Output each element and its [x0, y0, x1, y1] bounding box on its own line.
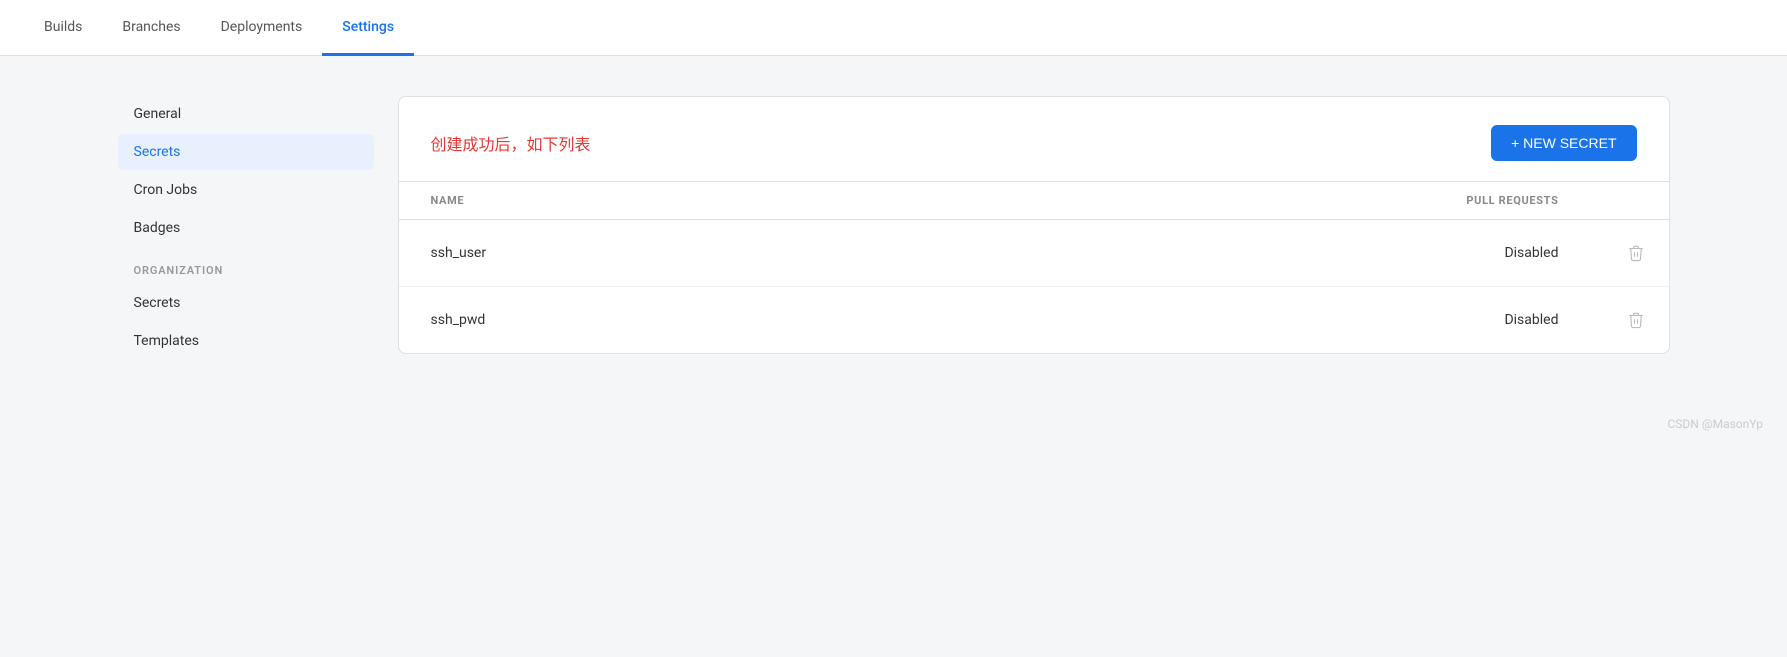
sidebar: General Secrets Cron Jobs Badges ORGANIZ…: [118, 96, 398, 361]
card-header: 创建成功后，如下列表 + NEW SECRET: [399, 97, 1669, 181]
secrets-card: 创建成功后，如下列表 + NEW SECRET NAME PULL REQUES…: [398, 96, 1670, 354]
sidebar-item-general[interactable]: General: [118, 96, 374, 132]
trash-icon: [1627, 244, 1645, 262]
delete-cell-ssh-pwd: [1591, 287, 1669, 354]
tab-builds[interactable]: Builds: [24, 0, 102, 56]
tab-settings[interactable]: Settings: [322, 0, 414, 56]
tab-branches[interactable]: Branches: [102, 0, 200, 56]
pull-requests-ssh-pwd: Disabled: [916, 287, 1591, 354]
secret-name-ssh-user: ssh_user: [399, 220, 916, 287]
sidebar-item-org-secrets[interactable]: Secrets: [118, 285, 374, 321]
table-row: ssh_pwd Disabled: [399, 287, 1669, 354]
delete-button-ssh-user[interactable]: [1623, 240, 1649, 266]
top-navigation: Builds Branches Deployments Settings: [0, 0, 1787, 56]
sidebar-item-secrets[interactable]: Secrets: [118, 134, 374, 170]
table-row: ssh_user Disabled: [399, 220, 1669, 287]
card-title: 创建成功后，如下列表: [431, 131, 591, 155]
footer-text: CSDN @MasonYp: [1667, 417, 1763, 431]
table-header-row: NAME PULL REQUESTS: [399, 182, 1669, 220]
page-footer: CSDN @MasonYp: [0, 401, 1787, 447]
delete-button-ssh-pwd[interactable]: [1623, 307, 1649, 333]
delete-cell-ssh-user: [1591, 220, 1669, 287]
column-header-pull-requests: PULL REQUESTS: [916, 182, 1591, 220]
page-layout: General Secrets Cron Jobs Badges ORGANIZ…: [94, 56, 1694, 401]
tab-deployments[interactable]: Deployments: [201, 0, 323, 56]
sidebar-item-cron-jobs[interactable]: Cron Jobs: [118, 172, 374, 208]
new-secret-button[interactable]: + NEW SECRET: [1491, 125, 1636, 161]
main-content: 创建成功后，如下列表 + NEW SECRET NAME PULL REQUES…: [398, 96, 1670, 361]
secret-name-ssh-pwd: ssh_pwd: [399, 287, 916, 354]
organization-section-label: ORGANIZATION: [118, 248, 374, 285]
sidebar-item-badges[interactable]: Badges: [118, 210, 374, 246]
sidebar-item-org-templates[interactable]: Templates: [118, 323, 374, 359]
secrets-table: NAME PULL REQUESTS ssh_user Disabled: [399, 181, 1669, 353]
column-header-name: NAME: [399, 182, 916, 220]
pull-requests-ssh-user: Disabled: [916, 220, 1591, 287]
trash-icon: [1627, 311, 1645, 329]
